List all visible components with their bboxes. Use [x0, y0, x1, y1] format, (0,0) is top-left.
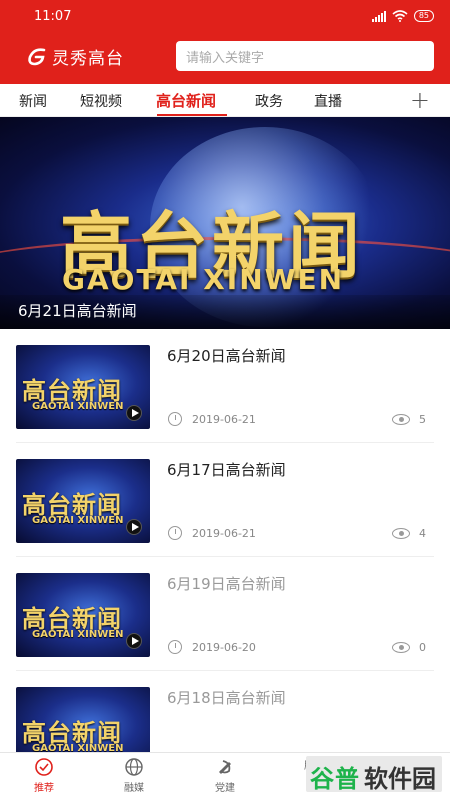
- search-input[interactable]: 请输入关键字: [176, 41, 434, 71]
- clock-icon: [168, 640, 182, 654]
- news-title[interactable]: 6月17日高台新闻: [167, 459, 286, 480]
- video-thumbnail[interactable]: 高台新闻 GAOTAI XINWEN: [16, 459, 150, 543]
- news-title[interactable]: 6月20日高台新闻: [167, 345, 286, 366]
- view-count: 5: [419, 413, 426, 426]
- logo-mark-icon: [28, 47, 46, 65]
- app-logo: 灵秀高台: [26, 44, 124, 69]
- status-bar: 11:07 85: [0, 0, 450, 34]
- channel-tabs: 新闻 短视频 高台新闻 政务 直播 +: [0, 84, 450, 117]
- hero-banner[interactable]: 高台新闻 GAOTAI XINWEN 6月21日高台新闻: [0, 117, 450, 329]
- nav-party[interactable]: 党建: [195, 757, 255, 794]
- tab-short-video[interactable]: 短视频: [80, 91, 122, 111]
- watermark-suffix: 软件园: [364, 765, 436, 793]
- thumbnail-title-en: GAOTAI XINWEN: [32, 515, 124, 526]
- party-emblem-icon: [219, 760, 231, 774]
- news-item[interactable]: 高台新闻 GAOTAI XINWEN 6月20日高台新闻 2019-06-21 …: [16, 329, 434, 443]
- video-thumbnail[interactable]: 高台新闻 GAOTAI XINWEN: [16, 345, 150, 429]
- clock-icon: [168, 526, 182, 540]
- news-globe-icon: [125, 758, 143, 776]
- status-time: 11:07: [34, 9, 72, 24]
- wifi-icon: [392, 10, 408, 22]
- play-icon: [126, 405, 142, 421]
- nav-label: 党建: [215, 783, 235, 794]
- battery-icon: 85: [413, 10, 434, 22]
- video-thumbnail[interactable]: 高台新闻 GAOTAI XINWEN: [16, 573, 150, 657]
- play-icon: [126, 519, 142, 535]
- app-header: 11:07 85 灵秀高台 请输入关键字: [0, 0, 450, 84]
- nav-label: 推荐: [34, 783, 54, 794]
- news-title[interactable]: 6月18日高台新闻: [167, 687, 286, 708]
- news-date: 2019-06-21: [192, 413, 256, 426]
- tab-government[interactable]: 政务: [255, 91, 283, 111]
- view-count: 0: [419, 641, 426, 654]
- watermark: 谷普 软件园: [306, 756, 442, 793]
- nav-media[interactable]: 融媒: [104, 757, 164, 794]
- news-list: 高台新闻 GAOTAI XINWEN 6月20日高台新闻 2019-06-21 …: [0, 329, 450, 785]
- hero-title-en: GAOTAI XINWEN: [62, 263, 345, 296]
- eye-icon: [392, 414, 410, 425]
- news-title[interactable]: 6月19日高台新闻: [167, 573, 286, 594]
- nav-recommend[interactable]: 推荐: [14, 757, 74, 794]
- thumbnail-title-en: GAOTAI XINWEN: [32, 629, 124, 640]
- eye-icon: [392, 528, 410, 539]
- view-count: 4: [419, 527, 426, 540]
- signal-icon: [371, 10, 386, 22]
- tab-news[interactable]: 新闻: [19, 91, 47, 111]
- app-name: 灵秀高台: [52, 49, 124, 69]
- app-screen: 11:07 85 灵秀高台 请输入关键字 新闻 短视频 高台新闻 政务 直播 +…: [0, 0, 450, 800]
- thumbnail-title-en: GAOTAI XINWEN: [32, 401, 124, 412]
- tab-live[interactable]: 直播: [314, 91, 342, 111]
- play-icon: [126, 633, 142, 649]
- status-icons: 85: [371, 10, 434, 22]
- add-channel-icon[interactable]: +: [410, 86, 430, 114]
- watermark-brand: 谷普: [310, 765, 360, 793]
- tab-gaotai-news[interactable]: 高台新闻: [156, 90, 216, 111]
- active-tab-indicator: [157, 114, 227, 116]
- clock-icon: [168, 412, 182, 426]
- recommend-icon: [35, 758, 53, 776]
- news-date: 2019-06-21: [192, 527, 256, 540]
- eye-icon: [392, 642, 410, 653]
- hero-caption: 6月21日高台新闻: [18, 302, 137, 320]
- news-item[interactable]: 高台新闻 GAOTAI XINWEN 6月19日高台新闻 2019-06-20 …: [16, 557, 434, 671]
- news-date: 2019-06-20: [192, 641, 256, 654]
- news-item[interactable]: 高台新闻 GAOTAI XINWEN 6月17日高台新闻 2019-06-21 …: [16, 443, 434, 557]
- nav-label: 融媒: [124, 783, 144, 794]
